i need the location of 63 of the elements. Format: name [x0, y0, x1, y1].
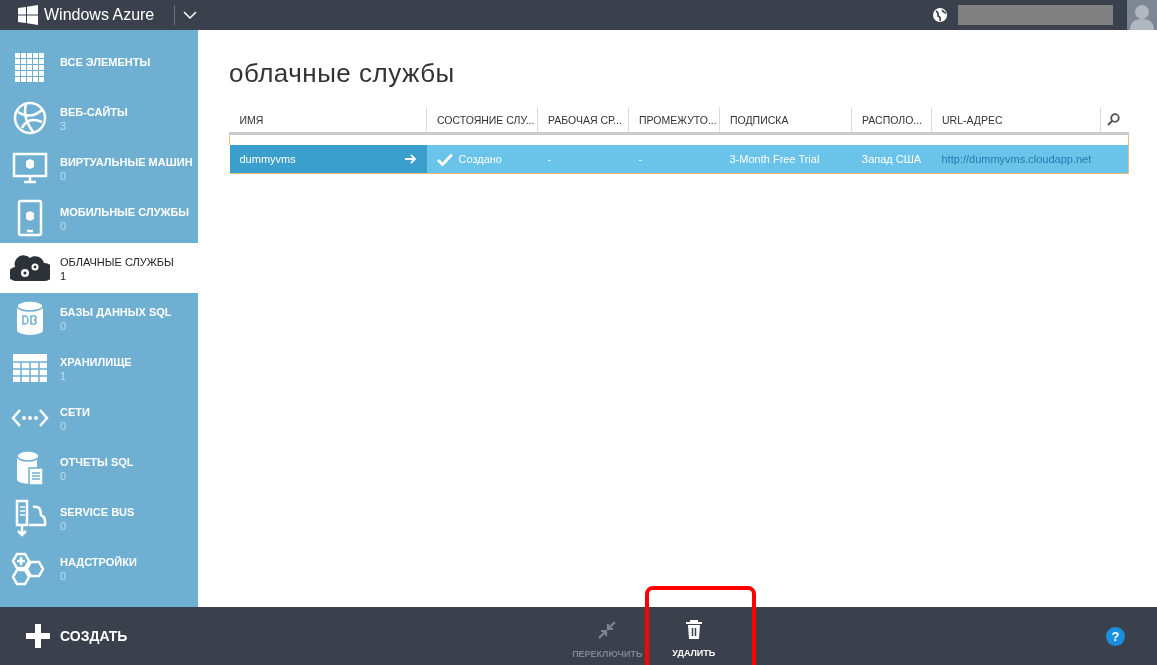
search-icon[interactable]: [1107, 112, 1120, 126]
item-count: 0: [60, 420, 68, 432]
windows-logo-icon: [18, 5, 38, 25]
item-count: 0: [60, 520, 68, 532]
sidebar-label: SERVICE BUS: [60, 506, 135, 518]
table-cell: -: [638, 153, 643, 165]
sidebar-item[interactable]: ВЕБ-САЙТЫ 3: [0, 93, 198, 143]
brand-title: Windows Azure: [44, 6, 155, 24]
item-count: 0: [60, 170, 68, 182]
sidebar-label: БАЗЫ ДАННЫХ SQL: [60, 306, 172, 318]
sidebar-label: СЕТИ: [60, 406, 90, 418]
sidebar-label: ОТЧЕТЫ SQL: [60, 456, 134, 468]
sidebar-item[interactable]: СЕТИ 0: [0, 393, 198, 443]
swap-arrows-icon: [597, 619, 618, 640]
cloud-gears-icon: [10, 253, 50, 283]
table-cell: 3-Month Free Trial: [729, 153, 820, 165]
sidebar-item[interactable]: БАЗЫ ДАННЫХ SQL 0: [0, 293, 198, 343]
sidebar-item[interactable]: ОТЧЕТЫ SQL 0: [0, 443, 198, 493]
plus-icon: [26, 624, 50, 648]
mobile-phone-icon: [16, 199, 44, 237]
create-button[interactable]: СОЗДАТЬ: [26, 624, 128, 648]
sidebar-item[interactable]: ОБЛАЧНЫЕ СЛУЖБЫ 1: [0, 243, 198, 293]
table-row[interactable]: dummyvms Создано - - 3-Month Free Trial Запад США http://dummyvms.cloudapp.net: [229, 145, 1129, 174]
help-button[interactable]: ?: [1106, 626, 1125, 646]
chevron-down-icon[interactable]: [183, 11, 198, 19]
globe-icon: [12, 100, 48, 136]
grid-icon: [15, 53, 45, 83]
item-count: 1: [60, 370, 68, 382]
sidebar-item[interactable]: МОБИЛЬНЫЕ СЛУЖБЫ 0: [0, 193, 198, 243]
item-count: 0: [60, 570, 68, 582]
table-icon: [12, 353, 48, 383]
table-cell: dummyvms: [239, 153, 296, 165]
item-count: 1: [60, 270, 68, 282]
item-count: 0: [60, 220, 68, 232]
item-count: 3: [60, 120, 68, 132]
item-count: 0: [60, 320, 68, 332]
sidebar-label: ВСЕ ЭЛЕМЕНТЫ: [60, 56, 151, 68]
sidebar-item[interactable]: ХРАНИЛИЩЕ 1: [0, 343, 198, 393]
sidebar-item[interactable]: SERVICE BUS 0: [0, 493, 198, 543]
sidebar-label: ХРАНИЛИЩЕ: [60, 356, 132, 368]
database-icon: [15, 300, 45, 336]
table-cell: Запад США: [861, 153, 922, 165]
item-count: 0: [60, 470, 68, 482]
network-icon: [11, 408, 49, 428]
sidebar-label: МОБИЛЬНЫЕ СЛУЖБЫ: [60, 206, 190, 218]
database-report-icon: [15, 450, 45, 486]
sidebar-label: НАДСТРОЙКИ: [60, 556, 137, 568]
sidebar-item[interactable]: ВСЕ ЭЛЕМЕНТЫ: [0, 43, 198, 93]
table-cell: Создано: [458, 153, 502, 165]
sidebar-item[interactable]: НАДСТРОЙКИ 0: [0, 543, 198, 593]
monitor-icon: [12, 152, 48, 184]
arrow-right-icon[interactable]: [404, 154, 417, 164]
sidebar-label: ВИРТУАЛЬНЫЕ МАШИН: [60, 156, 193, 168]
document-cloud-icon: [13, 499, 47, 537]
table-cell: -: [547, 153, 552, 165]
checkmark-icon: [436, 152, 453, 166]
trash-icon: [685, 619, 702, 639]
page-title: облачные службы: [229, 58, 456, 89]
sidebar-label: ОБЛАЧНЫЕ СЛУЖБЫ: [60, 256, 174, 268]
command-button[interactable]: УДАЛИТЬ: [666, 607, 722, 665]
sidebar-label: ВЕБ-САЙТЫ: [60, 106, 128, 118]
sidebar-item[interactable]: ВИРТУАЛЬНЫЕ МАШИН 0: [0, 143, 198, 193]
globe-icon[interactable]: [932, 7, 948, 23]
